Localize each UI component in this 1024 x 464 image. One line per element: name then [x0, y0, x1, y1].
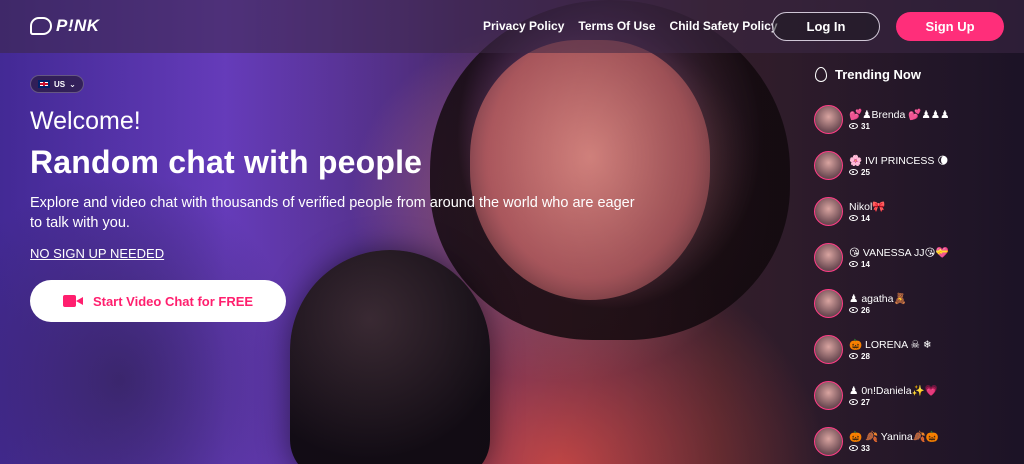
eye-icon — [849, 169, 858, 175]
avatar — [814, 380, 843, 410]
no-signup-link[interactable]: NO SIGN UP NEEDED — [30, 246, 164, 261]
avatar — [814, 104, 843, 134]
eye-icon — [849, 307, 858, 313]
trending-user-name: ♟ 0n!Daniela✨💗 — [849, 384, 938, 397]
trending-user-item[interactable]: 🎃 🍂 Yanina🍂🎃 33 — [814, 418, 1014, 464]
uk-flag-icon — [38, 80, 50, 88]
eye-icon — [849, 123, 858, 129]
chevron-down-icon: ⌄ — [69, 79, 76, 89]
brand-logo[interactable]: P!NK — [30, 16, 100, 36]
trending-user-name: 💕♟Brenda 💕♟♟♟ — [849, 108, 950, 121]
trending-user-item[interactable]: Nikol🎀 14 — [814, 188, 1014, 234]
trending-user-name: 🎃 LORENA ☠ ❄ — [849, 338, 932, 351]
avatar — [814, 196, 843, 226]
avatar — [814, 150, 843, 180]
eye-icon — [849, 445, 858, 451]
view-count: 31 — [861, 121, 870, 131]
view-count: 26 — [861, 305, 870, 315]
trending-user-item[interactable]: 😘 VANESSA JJ😘💝 14 — [814, 234, 1014, 280]
avatar — [814, 334, 843, 364]
trending-header: Trending Now — [815, 67, 921, 82]
trending-user-item[interactable]: 💕♟Brenda 💕♟♟♟ 31 — [814, 96, 1014, 142]
terms-of-use-link[interactable]: Terms Of Use — [578, 19, 655, 33]
flame-icon — [815, 67, 827, 82]
eye-icon — [849, 215, 858, 221]
trending-user-item[interactable]: ♟ agatha🧸 26 — [814, 280, 1014, 326]
trending-user-item[interactable]: 🌸 IVI PRINCESS 🌘 25 — [814, 142, 1014, 188]
welcome-heading: Welcome! — [30, 107, 141, 135]
eye-icon — [849, 353, 858, 359]
brand-logo-text: P!NK — [56, 16, 100, 35]
eye-icon — [849, 261, 858, 267]
footer-policy-links: Privacy Policy Terms Of Use Child Safety… — [483, 19, 778, 33]
trending-user-name: 😘 VANESSA JJ😘💝 — [849, 246, 949, 259]
video-camera-icon — [62, 295, 83, 307]
trending-user-name: Nikol🎀 — [849, 200, 886, 213]
child-safety-policy-link[interactable]: Child Safety Policy — [670, 19, 778, 33]
trending-user-name: ♟ agatha🧸 — [849, 292, 907, 305]
hero-description: Explore and video chat with thousands of… — [30, 195, 635, 231]
login-button[interactable]: Log In — [772, 12, 880, 41]
view-count: 28 — [861, 351, 870, 361]
trending-user-item[interactable]: 🎃 LORENA ☠ ❄ 28 — [814, 326, 1014, 372]
top-navigation-bar: P!NK Privacy Policy Terms Of Use Child S… — [0, 0, 1024, 53]
start-video-chat-button[interactable]: Start Video Chat for FREE — [30, 280, 286, 322]
trending-title: Trending Now — [835, 67, 921, 82]
trending-list: 💕♟Brenda 💕♟♟♟ 31 🌸 IVI PRINCESS 🌘 25 Nik… — [814, 96, 1014, 464]
trending-user-name: 🌸 IVI PRINCESS 🌘 — [849, 154, 949, 167]
signup-button[interactable]: Sign Up — [896, 12, 1004, 41]
avatar — [814, 426, 843, 456]
view-count: 14 — [861, 259, 870, 269]
chat-bubble-logo-icon — [30, 17, 52, 35]
avatar — [814, 242, 843, 272]
privacy-policy-link[interactable]: Privacy Policy — [483, 19, 564, 33]
view-count: 25 — [861, 167, 870, 177]
hero-headline: Random chat with people — [30, 144, 423, 180]
view-count: 33 — [861, 443, 870, 453]
trending-user-name: 🎃 🍂 Yanina🍂🎃 — [849, 430, 939, 443]
language-code: US — [54, 79, 66, 89]
start-video-chat-label: Start Video Chat for FREE — [92, 293, 254, 309]
eye-icon — [849, 399, 858, 405]
language-selector[interactable]: US ⌄ — [30, 75, 84, 93]
avatar — [814, 288, 843, 318]
view-count: 14 — [861, 213, 870, 223]
view-count: 27 — [861, 397, 870, 407]
trending-user-item[interactable]: ♟ 0n!Daniela✨💗 27 — [814, 372, 1014, 418]
